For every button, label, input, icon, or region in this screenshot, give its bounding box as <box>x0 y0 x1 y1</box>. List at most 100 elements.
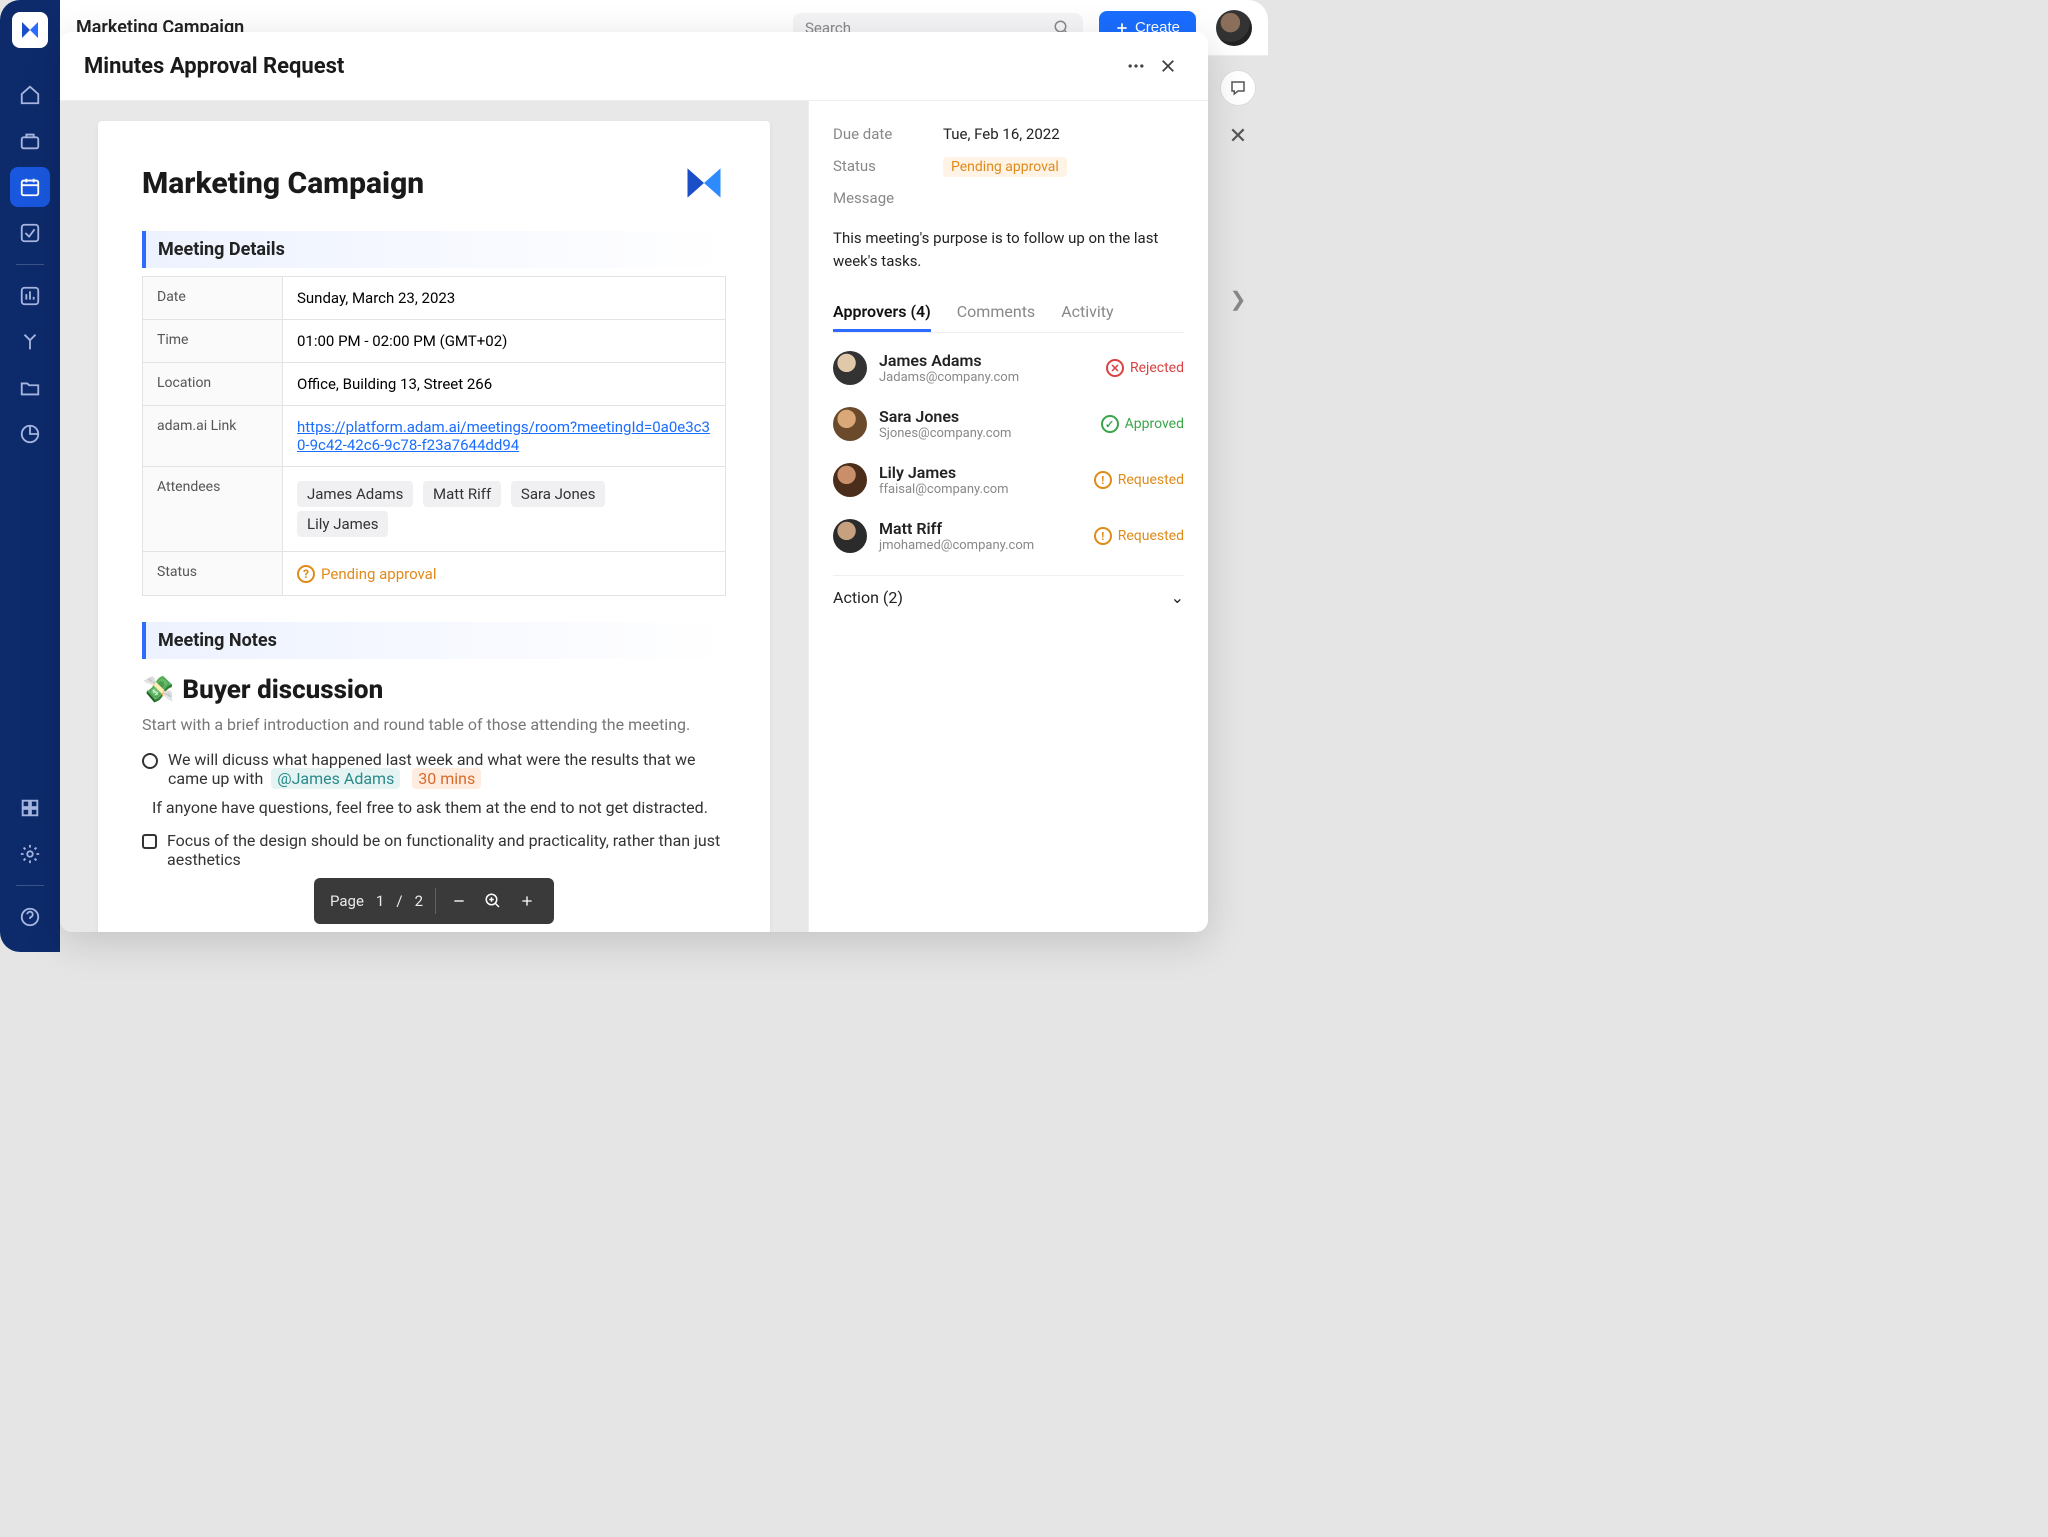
chevron-right-icon[interactable]: ❯ <box>1230 287 1247 311</box>
app-logo <box>12 12 48 48</box>
approver-name: Sara Jones <box>879 407 1101 426</box>
more-icon[interactable] <box>1120 50 1152 82</box>
approver-name: Lily James <box>879 463 1094 482</box>
attendee-chip: Sara Jones <box>511 481 606 507</box>
status-text: Pending approval <box>321 565 437 583</box>
warning-circle-icon: ! <box>1094 527 1112 545</box>
note-text: Focus of the design should be on functio… <box>167 831 726 869</box>
money-icon: 💸 <box>142 675 174 705</box>
detail-label: adam.ai Link <box>143 406 283 467</box>
document-title: Marketing Campaign <box>142 166 424 201</box>
tab-approvers[interactable]: Approvers (4) <box>833 294 931 332</box>
note-item: We will dicuss what happened last week a… <box>142 750 726 788</box>
approver-name: James Adams <box>879 351 1106 370</box>
right-strip: ✕ ❯ <box>1220 70 1256 311</box>
user-avatar[interactable] <box>1216 10 1252 46</box>
detail-value: https://platform.adam.ai/meetings/room?m… <box>283 406 726 467</box>
nav-pie[interactable] <box>10 414 50 454</box>
message-text: This meeting's purpose is to follow up o… <box>833 227 1184 272</box>
message-label: Message <box>833 189 943 207</box>
sub-note: If anyone have questions, feel free to a… <box>142 798 726 817</box>
approver-email: Jadams@company.com <box>879 370 1106 385</box>
zoom-out-icon[interactable] <box>448 890 470 912</box>
subnote-text: If anyone have questions, feel free to a… <box>152 798 708 817</box>
status-label: Status <box>833 157 943 175</box>
modal-header: Minutes Approval Request <box>60 32 1208 101</box>
tab-comments[interactable]: Comments <box>957 294 1035 332</box>
mention-chip[interactable]: @James Adams <box>271 768 400 789</box>
notes-intro: Start with a brief introduction and roun… <box>142 715 726 734</box>
nav-rail <box>0 0 60 952</box>
pager-total: 2 <box>415 892 423 910</box>
zoom-fit-icon[interactable] <box>482 890 504 912</box>
nav-chart[interactable] <box>10 276 50 316</box>
chevron-down-icon: ⌄ <box>1171 588 1184 607</box>
detail-label: Time <box>143 320 283 363</box>
document-page: Marketing Campaign Meeting Details Date … <box>98 121 770 932</box>
brand-logo-icon <box>682 161 726 205</box>
close-panel-icon[interactable]: ✕ <box>1229 124 1247 149</box>
nav-home[interactable] <box>10 75 50 115</box>
approver-status: Rejected <box>1130 360 1184 376</box>
approver-email: ffaisal@company.com <box>879 482 1094 497</box>
nav-briefcase[interactable] <box>10 121 50 161</box>
avatar <box>833 519 867 553</box>
page-control: Page 1 / 2 <box>314 878 554 924</box>
warning-circle-icon: ! <box>1094 471 1112 489</box>
tab-activity[interactable]: Activity <box>1061 294 1113 332</box>
avatar <box>833 351 867 385</box>
pager-current: 1 <box>376 892 384 910</box>
detail-value: 01:00 PM - 02:00 PM (GMT+02) <box>283 320 726 363</box>
action-accordion[interactable]: Action (2) ⌄ <box>833 575 1184 607</box>
comment-bubble-icon[interactable] <box>1220 70 1256 106</box>
nav-divider <box>16 264 44 265</box>
attendee-chip: James Adams <box>297 481 413 507</box>
x-circle-icon: ✕ <box>1106 359 1124 377</box>
zoom-in-icon[interactable] <box>516 890 538 912</box>
document-panel: Marketing Campaign Meeting Details Date … <box>60 101 808 932</box>
due-label: Due date <box>833 125 943 143</box>
close-icon[interactable] <box>1152 50 1184 82</box>
nav-calendar[interactable] <box>10 167 50 207</box>
nav-divider <box>16 885 44 886</box>
nav-help[interactable] <box>10 897 50 937</box>
approver-status: Requested <box>1118 472 1184 488</box>
approver-row: Matt Riffjmohamed@company.com ! Requested <box>833 519 1184 553</box>
nav-apps[interactable] <box>10 788 50 828</box>
attendees-cell: James Adams Matt Riff Sara Jones Lily Ja… <box>283 467 726 552</box>
approver-status: Approved <box>1125 416 1184 432</box>
detail-label: Attendees <box>143 467 283 552</box>
attendee-chip: Lily James <box>297 511 388 537</box>
nav-branch[interactable] <box>10 322 50 362</box>
avatar <box>833 463 867 497</box>
detail-value: Sunday, March 23, 2023 <box>283 277 726 320</box>
detail-label: Location <box>143 363 283 406</box>
notes-topic: 💸 Buyer discussion <box>142 675 726 705</box>
nav-folder[interactable] <box>10 368 50 408</box>
due-value: Tue, Feb 16, 2022 <box>943 125 1060 143</box>
detail-label: Date <box>143 277 283 320</box>
detail-value: ? Pending approval <box>283 552 726 596</box>
note-item: Focus of the design should be on functio… <box>142 831 726 869</box>
radio-marker-icon <box>142 753 158 769</box>
warning-icon: ? <box>297 565 315 583</box>
nav-check[interactable] <box>10 213 50 253</box>
approver-name: Matt Riff <box>879 519 1094 538</box>
checkbox-marker-icon <box>142 834 157 849</box>
meeting-link[interactable]: https://platform.adam.ai/meetings/room?m… <box>297 418 710 454</box>
modal-title: Minutes Approval Request <box>84 54 344 79</box>
approver-email: jmohamed@company.com <box>879 538 1094 553</box>
action-label: Action (2) <box>833 588 903 607</box>
side-panel: Due dateTue, Feb 16, 2022 StatusPending … <box>808 101 1208 932</box>
section-meeting-notes: Meeting Notes <box>142 622 726 659</box>
avatar <box>833 407 867 441</box>
approver-row: James AdamsJadams@company.com ✕ Rejected <box>833 351 1184 385</box>
pager-sep: / <box>396 892 402 910</box>
nav-settings[interactable] <box>10 834 50 874</box>
attendee-chip: Matt Riff <box>423 481 501 507</box>
detail-label: Status <box>143 552 283 596</box>
status-badge: Pending approval <box>943 157 1067 177</box>
side-tabs: Approvers (4) Comments Activity <box>833 294 1184 333</box>
approver-email: Sjones@company.com <box>879 426 1101 441</box>
approver-status: Requested <box>1118 528 1184 544</box>
